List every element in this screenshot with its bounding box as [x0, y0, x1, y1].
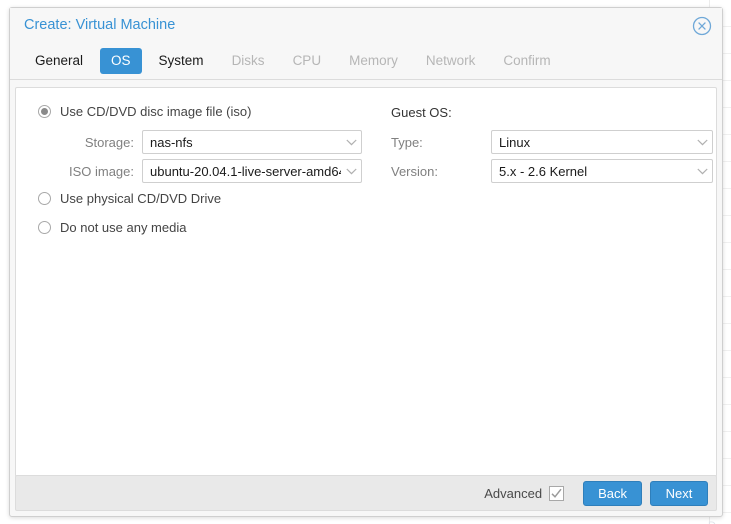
dialog-title: Create: Virtual Machine	[24, 17, 176, 33]
radio-label-physical: Use physical CD/DVD Drive	[60, 191, 222, 206]
radio-row-iso[interactable]: Use CD/DVD disc image file (iso)	[38, 104, 251, 119]
radio-label-no-media: Do not use any media	[60, 220, 187, 235]
tab-disks: Disks	[231, 53, 265, 68]
chevron-down-icon	[341, 139, 361, 146]
storage-label: Storage:	[84, 134, 134, 150]
close-circle-icon[interactable]	[692, 16, 712, 36]
guest-os-section: Guest OS: Type: Linux Version: 5.x - 2.6…	[381, 88, 718, 476]
advanced-label: Advanced	[484, 485, 543, 501]
field-row-iso-image: ISO image: ubuntu-20.04.1-live-server-am…	[38, 159, 362, 183]
chevron-down-icon	[692, 139, 712, 146]
os-version-select[interactable]: 5.x - 2.6 Kernel	[491, 159, 713, 183]
os-type-value: Linux	[499, 134, 531, 150]
radio-use-iso[interactable]	[38, 105, 51, 118]
back-button[interactable]: Back	[583, 480, 642, 506]
tab-network: Network	[425, 53, 476, 68]
screen: 1DDDDDD2DDDDDDDDDDDD Create: Virtual Mac…	[0, 0, 731, 524]
media-section: Use CD/DVD disc image file (iso) Storage…	[16, 88, 381, 476]
dialog-body: Use CD/DVD disc image file (iso) Storage…	[15, 87, 717, 477]
iso-image-value: ubuntu-20.04.1-live-server-amd64.iso	[150, 163, 341, 179]
create-vm-dialog: Create: Virtual Machine General OS System D…	[9, 7, 723, 517]
radio-row-physical[interactable]: Use physical CD/DVD Drive	[38, 191, 221, 206]
wizard-tabs: General OS System Disks CPU Memory Network Conf…	[10, 43, 722, 80]
tab-system[interactable]: System	[148, 48, 215, 74]
radio-use-physical-drive[interactable]	[38, 192, 51, 205]
tab-memory: Memory	[349, 53, 398, 68]
dialog-footer: Advanced Back Next	[15, 475, 717, 511]
dialog-header: Create: Virtual Machine	[10, 8, 722, 43]
field-row-storage: Storage: nas-nfs	[38, 130, 362, 154]
field-row-type: Type: Linux	[391, 130, 713, 154]
tab-os[interactable]: OS	[100, 48, 142, 74]
storage-value: nas-nfs	[150, 134, 193, 150]
iso-image-select[interactable]: ubuntu-20.04.1-live-server-amd64.iso	[142, 159, 362, 183]
guest-os-heading: Guest OS:	[391, 105, 452, 120]
iso-image-label: ISO image:	[68, 163, 134, 179]
tab-confirm: Confirm	[503, 53, 551, 68]
os-type-select[interactable]: Linux	[491, 130, 713, 154]
tab-general[interactable]: General	[24, 48, 94, 74]
chevron-down-icon	[692, 168, 712, 175]
os-type-label: Type:	[391, 134, 423, 150]
storage-select[interactable]: nas-nfs	[142, 130, 362, 154]
os-version-label: Version:	[391, 163, 438, 179]
os-version-value: 5.x - 2.6 Kernel	[499, 163, 588, 179]
field-row-version: Version: 5.x - 2.6 Kernel	[391, 159, 713, 183]
advanced-checkbox[interactable]	[549, 485, 565, 501]
tab-cpu: CPU	[292, 53, 322, 68]
next-button[interactable]: Next	[650, 480, 708, 506]
chevron-down-icon	[341, 168, 361, 175]
radio-no-media[interactable]	[38, 221, 51, 234]
radio-label-iso: Use CD/DVD disc image file (iso)	[60, 104, 252, 119]
radio-row-no-media[interactable]: Do not use any media	[38, 220, 186, 235]
